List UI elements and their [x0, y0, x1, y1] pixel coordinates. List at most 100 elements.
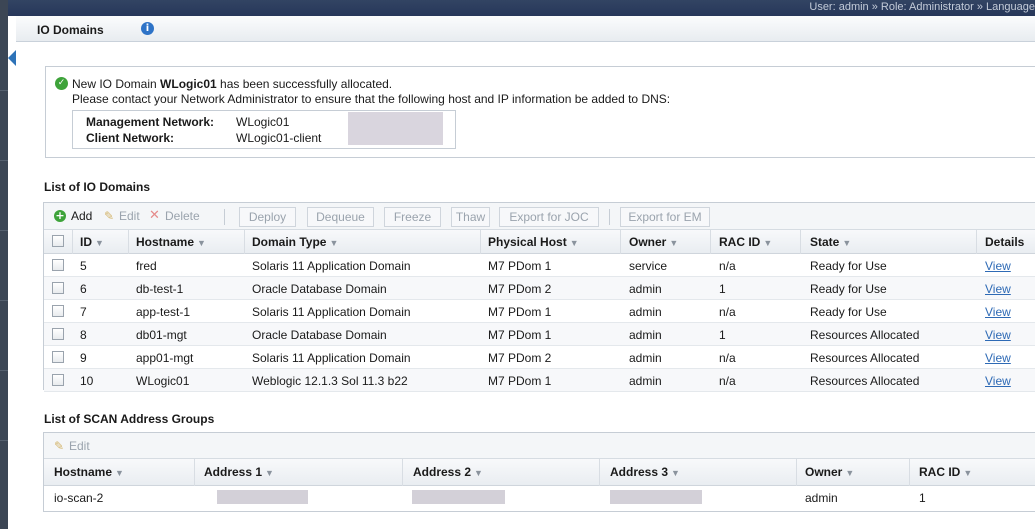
- column-header-hostname[interactable]: Hostname ▼: [54, 465, 124, 479]
- dequeue-button[interactable]: Dequeue: [307, 207, 374, 227]
- view-details-link[interactable]: View: [985, 351, 1011, 365]
- table-row[interactable]: 5 fred Solaris 11 Application Domain M7 …: [44, 254, 1035, 277]
- row-checkbox[interactable]: [52, 305, 64, 317]
- column-divider: [620, 230, 621, 254]
- sort-arrow-icon: ▼: [95, 238, 104, 248]
- table-row[interactable]: 7 app-test-1 Solaris 11 Application Doma…: [44, 300, 1035, 323]
- column-header-hostname[interactable]: Hostname ▼: [136, 235, 206, 249]
- redacted-address-1: [217, 490, 308, 504]
- management-network-value: WLogic01: [236, 115, 290, 129]
- cell-hostname: fred: [136, 259, 157, 273]
- table-row[interactable]: 6 db-test-1 Oracle Database Domain M7 PD…: [44, 277, 1035, 300]
- column-divider: [480, 230, 481, 254]
- cell-state: Resources Allocated: [810, 351, 920, 365]
- cell-owner: admin: [629, 305, 662, 319]
- select-all-checkbox[interactable]: [52, 235, 64, 247]
- deploy-button[interactable]: Deploy: [239, 207, 296, 227]
- cell-physical-host: M7 PDom 2: [488, 351, 552, 365]
- column-divider: [128, 230, 129, 254]
- table-row[interactable]: 8 db01-mgt Oracle Database Domain M7 PDo…: [44, 323, 1035, 346]
- cell-rac-id: n/a: [719, 305, 736, 319]
- column-header-details: Details: [985, 235, 1025, 249]
- cell-rac-id: 1: [719, 282, 726, 296]
- add-button[interactable]: Add: [71, 209, 92, 223]
- column-header-rac-id[interactable]: RAC ID ▼: [919, 465, 972, 479]
- row-checkbox[interactable]: [52, 374, 64, 386]
- cell-owner: admin: [805, 491, 838, 505]
- column-header-physical-host[interactable]: Physical Host ▼: [488, 235, 579, 249]
- cell-owner: admin: [629, 374, 662, 388]
- scan-table-header-row: Hostname ▼ Address 1 ▼ Address 2 ▼ Address …: [44, 459, 1035, 486]
- column-header-address-2[interactable]: Address 2 ▼: [413, 465, 483, 479]
- message-prefix: New IO Domain: [72, 77, 161, 91]
- top-banner: User: admin » Role: Administrator » Lang…: [8, 0, 1035, 16]
- table-row[interactable]: io-scan-2 admin 1: [44, 486, 1035, 509]
- edit-button[interactable]: Edit: [119, 209, 140, 223]
- sort-arrow-icon: ▼: [329, 238, 339, 248]
- success-notification: ✓ New IO Domain WLogic01 has been succes…: [45, 66, 1035, 158]
- cell-owner: admin: [629, 328, 662, 342]
- io-domains-panel: + Add ✎ Edit ✕ Delete Deploy Dequeue Fre…: [43, 202, 1035, 392]
- row-checkbox[interactable]: [52, 328, 64, 340]
- table-row[interactable]: 9 app01-mgt Solaris 11 Application Domai…: [44, 346, 1035, 369]
- view-details-link[interactable]: View: [985, 305, 1011, 319]
- collapse-nav-arrow-icon[interactable]: [8, 50, 16, 66]
- export-joc-button[interactable]: Export for JOC: [499, 207, 599, 227]
- cell-hostname: io-scan-2: [54, 491, 104, 505]
- rail-divider: [0, 370, 8, 371]
- cell-domain-type: Solaris 11 Application Domain: [252, 259, 411, 273]
- view-details-link[interactable]: View: [985, 282, 1011, 296]
- table-row[interactable]: 10 WLogic01 Weblogic 12.1.3 Sol 11.3 b22…: [44, 369, 1035, 392]
- thaw-button[interactable]: Thaw: [451, 207, 490, 227]
- cell-rac-id: 1: [919, 491, 926, 505]
- freeze-button[interactable]: Freeze: [384, 207, 441, 227]
- row-checkbox[interactable]: [52, 351, 64, 363]
- sort-arrow-icon: ▼: [845, 468, 855, 478]
- left-nav-rail: [0, 0, 8, 529]
- sort-arrow-icon: ▼: [763, 238, 773, 248]
- scan-groups-toolbar: ✎ Edit: [44, 433, 1035, 459]
- view-details-link[interactable]: View: [985, 259, 1011, 273]
- add-icon[interactable]: +: [54, 210, 66, 222]
- row-checkbox[interactable]: [52, 259, 64, 271]
- column-header-id[interactable]: ID ▼: [80, 235, 104, 249]
- cell-domain-type: Solaris 11 Application Domain: [252, 351, 411, 365]
- io-domains-heading: List of IO Domains: [44, 180, 151, 194]
- sort-arrow-icon: ▼: [842, 238, 852, 248]
- row-checkbox[interactable]: [52, 282, 64, 294]
- column-header-owner[interactable]: Owner ▼: [629, 235, 678, 249]
- export-em-button[interactable]: Export for EM: [620, 207, 710, 227]
- info-icon[interactable]: i: [141, 22, 154, 35]
- rail-divider: [0, 160, 8, 161]
- cell-state: Resources Allocated: [810, 374, 920, 388]
- toolbar-separator: [224, 209, 225, 225]
- redacted-address-3: [610, 490, 702, 504]
- sort-arrow-icon: ▼: [265, 468, 274, 478]
- delete-button[interactable]: Delete: [165, 209, 200, 223]
- scan-edit-button[interactable]: Edit: [69, 439, 90, 453]
- sort-arrow-icon: ▼: [963, 468, 973, 478]
- edit-pencil-icon: ✎: [54, 439, 65, 453]
- rail-divider: [0, 440, 8, 441]
- io-domains-toolbar: + Add ✎ Edit ✕ Delete Deploy Dequeue Fre…: [44, 203, 1035, 230]
- cell-hostname: db-test-1: [136, 282, 184, 296]
- rail-divider: [0, 300, 8, 301]
- cell-physical-host: M7 PDom 1: [488, 305, 552, 319]
- page-title-bar: IO Domains i: [16, 16, 1035, 42]
- view-details-link[interactable]: View: [985, 328, 1011, 342]
- column-header-state[interactable]: State ▼: [810, 235, 851, 249]
- column-header-domain-type[interactable]: Domain Type ▼: [252, 235, 338, 249]
- column-divider: [244, 230, 245, 254]
- sort-arrow-icon: ▼: [671, 468, 680, 478]
- column-header-rac-id[interactable]: RAC ID ▼: [719, 235, 772, 249]
- cell-physical-host: M7 PDom 1: [488, 259, 552, 273]
- edit-pencil-icon: ✎: [104, 209, 115, 223]
- dns-instruction: Please contact your Network Administrato…: [72, 92, 671, 106]
- page-title: IO Domains: [37, 23, 104, 37]
- column-header-owner[interactable]: Owner ▼: [805, 465, 854, 479]
- column-header-address-3[interactable]: Address 3 ▼: [610, 465, 680, 479]
- view-details-link[interactable]: View: [985, 374, 1011, 388]
- column-header-address-1[interactable]: Address 1 ▼: [204, 465, 274, 479]
- column-divider: [796, 459, 797, 486]
- allocated-domain-name: WLogic01: [160, 77, 217, 91]
